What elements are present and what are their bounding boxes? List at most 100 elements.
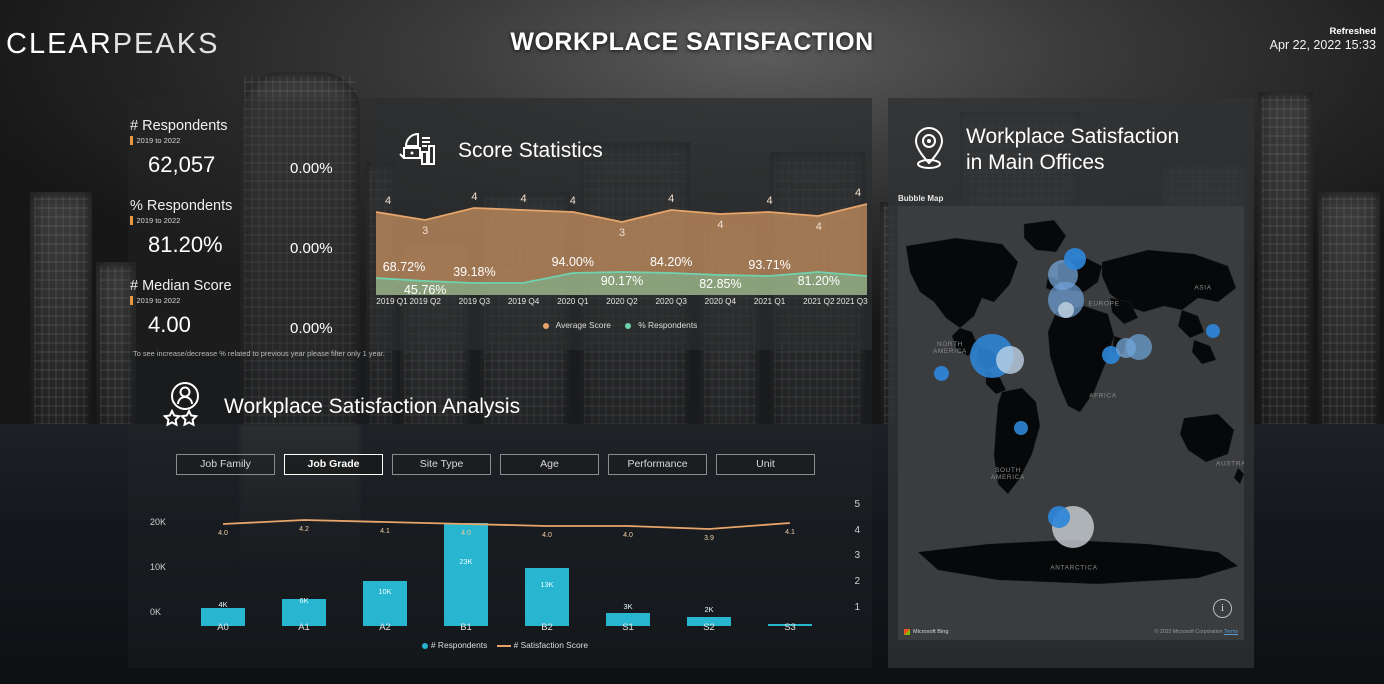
kpi-value: 81.20% xyxy=(148,232,223,257)
kpi-period-label: 2019 to 2022 xyxy=(136,216,181,225)
legend-line-icon xyxy=(496,644,511,647)
pct-respondents-label: 94.00% xyxy=(551,255,594,269)
satisfaction-score-line xyxy=(222,519,791,530)
bubble-map[interactable]: NORTH AMERICA SOUTH AMERICA EUROPE AFRIC… xyxy=(898,206,1244,640)
respondents-bar-chart[interactable]: 0K 10K 20K 1 2 3 4 5 4K 4.0 A0 6K 4.2 A1 10K 4.1 A2 23K 4… xyxy=(150,499,860,635)
legend-dot-icon xyxy=(625,322,632,329)
legend-avg-score: Average Score xyxy=(542,320,615,330)
legend-label: % Respondents xyxy=(638,320,698,330)
bar-category-label: B1 xyxy=(460,622,472,633)
map-bubble[interactable] xyxy=(1048,506,1070,528)
kpi-card-median-score[interactable]: # Median Score 2019 to 2022 4.00 0.00% xyxy=(130,278,380,350)
kpi-title: # Median Score xyxy=(130,278,232,294)
refresh-info: Refreshed Apr 22, 2022 15:33 xyxy=(1270,26,1376,54)
map-attribution: © 2022 Microsoft Corporation Terms xyxy=(1155,629,1238,635)
map-bubble[interactable] xyxy=(1206,324,1220,338)
score-chart-legend: Average Score % Respondents xyxy=(376,320,868,330)
bar-category-label: A1 xyxy=(298,622,310,633)
avg-score-label: 4 xyxy=(384,195,392,207)
analysis-title: Workplace Satisfaction Analysis xyxy=(224,394,521,418)
filter-button-job-grade[interactable]: Job Grade xyxy=(284,454,383,475)
continent-label-antarctica: ANTARCTICA xyxy=(1050,564,1098,572)
avg-score-label: 4 xyxy=(717,219,724,231)
kpi-value: 4.00 xyxy=(148,312,191,337)
x-axis-tick: 2020 Q1 xyxy=(557,297,589,306)
kpi-card-respondents[interactable]: # Respondents 2019 to 2022 62,057 0.00% xyxy=(130,118,380,190)
map-title-line-1: Workplace Satisfaction xyxy=(966,124,1180,148)
kpi-delta: 0.00% xyxy=(290,240,333,257)
x-axis-tick: 2019 Q4 xyxy=(507,297,540,306)
x-axis-tick: 2021 Q2 xyxy=(803,297,835,306)
page-title: WORKPLACE SATISFACTION xyxy=(510,28,874,56)
avg-score-label: 4 xyxy=(569,195,576,207)
legend-label: # Satisfaction Score xyxy=(513,640,589,650)
bar-category-label: B2 xyxy=(541,622,553,633)
legend-satisfaction-score: # Satisfaction Score xyxy=(496,640,589,650)
bar-chart-legend: # Respondents # Satisfaction Score xyxy=(150,640,860,650)
kpi-value: 62,057 xyxy=(148,152,216,177)
avg-score-label: 4 xyxy=(668,193,675,205)
filter-button-site-type[interactable]: Site Type xyxy=(392,454,491,475)
terms-link[interactable]: Terms xyxy=(1224,629,1238,635)
map-info-button[interactable]: i xyxy=(1213,599,1232,618)
map-bubble[interactable] xyxy=(996,346,1024,374)
x-axis-tick: 2020 Q3 xyxy=(655,297,687,306)
legend-dot-icon xyxy=(542,322,549,329)
kpi-period: 2019 to 2022 xyxy=(130,296,380,305)
bing-label: Microsoft Bing xyxy=(913,629,949,635)
legend-respondents: # Respondents xyxy=(421,640,488,650)
bar-category-label: A2 xyxy=(379,622,391,633)
kpi-period-label: 2019 to 2022 xyxy=(136,136,181,145)
pct-respondents-label: 39.18% xyxy=(453,265,496,279)
kpi-footnote: To see increase/decrease % related to pr… xyxy=(133,349,385,358)
kpi-title: % Respondents xyxy=(130,198,233,214)
map-bubble[interactable] xyxy=(1126,334,1152,360)
pct-respondents-label: 84.20% xyxy=(649,255,693,269)
filter-button-age[interactable]: Age xyxy=(500,454,599,475)
analysis-header: Workplace Satisfaction Analysis xyxy=(158,378,520,435)
score-statistics-title: Score Statistics xyxy=(458,138,603,162)
continent-label-africa: AFRICA xyxy=(1089,392,1117,400)
kpi-period-label: 2019 to 2022 xyxy=(136,296,181,305)
location-pin-icon xyxy=(906,122,952,177)
continent-label-asia: ASIA xyxy=(1194,284,1212,292)
map-bubble[interactable] xyxy=(934,366,949,381)
map-bubble[interactable] xyxy=(1058,302,1074,318)
bar-category-label: S3 xyxy=(784,622,796,633)
legend-label: # Respondents xyxy=(430,640,488,650)
chart-stats-icon xyxy=(396,124,444,177)
map-visual-label: Bubble Map xyxy=(898,194,944,203)
x-axis-tick: 2019 Q3 xyxy=(458,297,491,306)
map-header: Workplace Satisfaction in Main Offices xyxy=(906,122,1179,177)
pct-respondents-label: 45.76% xyxy=(403,283,447,297)
attribution-text: © 2022 Microsoft Corporation xyxy=(1154,629,1223,635)
kpi-card-pct-respondents[interactable]: % Respondents 2019 to 2022 81.20% 0.00% xyxy=(130,198,380,270)
filter-button-performance[interactable]: Performance xyxy=(608,454,707,475)
map-bubble[interactable] xyxy=(1014,421,1028,435)
person-award-icon xyxy=(158,378,210,435)
map-bubble[interactable] xyxy=(1064,248,1086,270)
x-axis-tick: 2021 Q1 xyxy=(753,297,786,306)
x-axis-tick: 2020 Q4 xyxy=(704,297,737,306)
map-title-line-2: in Main Offices xyxy=(966,150,1105,174)
kpi-marker-icon xyxy=(130,216,133,225)
microsoft-logo-icon xyxy=(904,629,910,635)
bar-category-label: A0 xyxy=(217,622,229,633)
filter-button-unit[interactable]: Unit xyxy=(716,454,815,475)
avg-score-label: 4 xyxy=(854,187,862,199)
kpi-delta: 0.00% xyxy=(290,320,333,337)
kpi-delta: 0.00% xyxy=(290,160,333,177)
continent-label-south-america: SOUTH AMERICA xyxy=(990,467,1026,481)
filter-button-group[interactable]: Job Family Job Grade Site Type Age Performan… xyxy=(176,454,815,475)
pct-respondents-label: 82.85% xyxy=(699,277,742,291)
filter-button-job-family[interactable]: Job Family xyxy=(176,454,275,475)
x-axis-tick: 2019 Q2 xyxy=(409,297,441,306)
refreshed-timestamp: Apr 22, 2022 15:33 xyxy=(1269,37,1376,52)
x-axis-tick: 2021 Q3 xyxy=(836,297,868,306)
avg-score-label: 4 xyxy=(815,221,822,233)
bar-category-label: S2 xyxy=(703,622,715,633)
kpi-period: 2019 to 2022 xyxy=(130,136,380,145)
bing-logo: Microsoft Bing xyxy=(904,629,948,635)
score-statistics-chart[interactable]: 4 3 4 4 4 3 4 4 4 4 4 68.72% 45.76% 39.18% 94.00% 90.17… xyxy=(376,187,868,330)
avg-score-label: 4 xyxy=(520,193,527,205)
